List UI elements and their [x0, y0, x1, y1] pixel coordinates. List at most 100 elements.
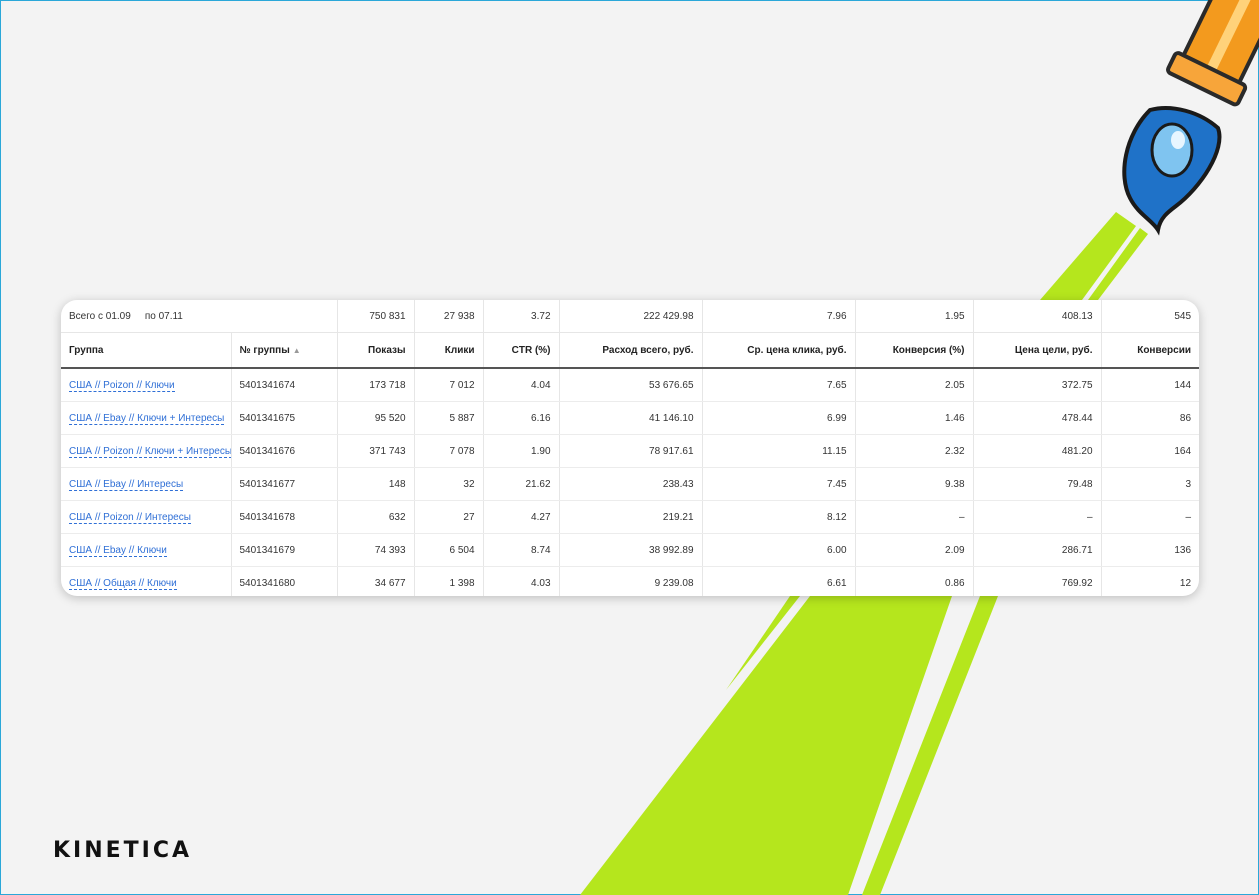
header-row: Группа № группы ▲ Показы Клики CTR (%) Ра… [61, 332, 1199, 369]
cell-cpc: 6.61 [702, 566, 856, 596]
table-row: США // Общая // Ключи 5401341680 34 677 1 3… [61, 566, 1199, 596]
cell-conversions: – [1101, 500, 1199, 534]
cell-cpc: 7.65 [702, 368, 856, 402]
sort-ascending-icon[interactable]: ▲ [293, 346, 301, 355]
summary-spend: 222 429.98 [559, 300, 703, 333]
cell-group-link: США // Ebay // Интересы [61, 467, 232, 501]
period-to[interactable]: по 07.11 [145, 311, 183, 322]
cell-group-id: 5401341676 [231, 434, 338, 468]
cell-shows: 173 718 [337, 368, 415, 402]
cell-cpa: 481.20 [973, 434, 1102, 468]
cell-clicks: 7 078 [414, 434, 484, 468]
cell-clicks: 1 398 [414, 566, 484, 596]
statistics-table-card: Всего с 01.09 по 07.11 750 831 27 938 3.7… [61, 300, 1199, 596]
cell-group-link: США // Poizon // Ключи + Интересы [61, 434, 232, 468]
cell-conv-rate: 1.46 [855, 401, 974, 435]
cell-shows: 371 743 [337, 434, 415, 468]
kinetica-logo: KINETICA [53, 838, 193, 863]
cell-clicks: 5 887 [414, 401, 484, 435]
column-header-spend[interactable]: Расход всего, руб. [559, 332, 703, 369]
column-header-cpa[interactable]: Цена цели, руб. [973, 332, 1102, 369]
cell-ctr: 8.74 [483, 533, 560, 567]
cell-ctr: 4.27 [483, 500, 560, 534]
group-link[interactable]: США // Poizon // Ключи + Интересы [69, 445, 230, 458]
group-link[interactable]: США // Ebay // Ключи + Интересы [69, 412, 225, 425]
cell-conversions: 12 [1179, 577, 1192, 589]
column-header-group[interactable]: Группа [61, 332, 232, 369]
cell-cpa: 372.75 [973, 368, 1102, 402]
cell-clicks: 6 504 [414, 533, 484, 567]
cell-conversions: 86 [1101, 401, 1199, 435]
cell-cpc: 8.12 [702, 500, 856, 534]
summary-period: Всего с 01.09 по 07.11 [61, 300, 338, 333]
cell-group-link: США // Ebay // Ключи [61, 533, 232, 567]
column-header-group-id[interactable]: № группы ▲ [231, 332, 338, 369]
cell-group-id: 5401341679 [231, 533, 338, 567]
cell-shows: 632 [337, 500, 415, 534]
rocket-pen-icon [1122, 0, 1259, 236]
cell-ctr: 1.90 [483, 434, 560, 468]
table-row: США // Poizon // Ключи + Интересы 5401341… [61, 434, 1199, 468]
table-row: США // Ebay // Интересы 5401341677 148 32 21… [61, 467, 1199, 501]
cell-spend: 78 917.61 [559, 434, 703, 468]
summary-row: Всего с 01.09 по 07.11 750 831 27 938 3.7… [61, 300, 1199, 333]
summary-ctr: 3.72 [483, 300, 560, 333]
cell-shows: 148 [337, 467, 415, 501]
period-from[interactable]: Всего с 01.09 [69, 311, 131, 322]
table-row: США // Poizon // Ключи 5401341674 173 718 7… [61, 368, 1199, 402]
cell-conv-rate: 9.38 [855, 467, 974, 501]
column-header-ctr[interactable]: CTR (%) [483, 332, 560, 369]
cell-spend: 9 239.08 [559, 566, 703, 596]
group-link[interactable]: США // Ebay // Ключи [69, 544, 167, 557]
column-header-clicks[interactable]: Клики [414, 332, 484, 369]
cell-conv-rate: 2.32 [855, 434, 974, 468]
cell-clicks: 27 [414, 500, 484, 534]
cell-spend: 219.21 [559, 500, 703, 534]
cell-group-id: 5401341680 [231, 566, 338, 596]
cell-clicks: 32 [414, 467, 484, 501]
cell-conv-rate: 2.09 [855, 533, 974, 567]
cell-cpc: 11.15 [702, 434, 856, 468]
summary-shows: 750 831 [337, 300, 415, 333]
cell-conversions: 164 [1101, 434, 1199, 468]
cell-spend: 53 676.65 [559, 368, 703, 402]
group-link[interactable]: США // Ebay // Интересы [69, 478, 184, 491]
table-body: США // Poizon // Ключи 5401341674 173 718 7… [61, 368, 1199, 596]
summary-clicks: 27 938 [414, 300, 484, 333]
cell-shows: 95 520 [337, 401, 415, 435]
cell-group-id: 5401341674 [231, 368, 338, 402]
group-link[interactable]: США // Poizon // Интересы [69, 511, 191, 524]
cell-cpc: 6.00 [702, 533, 856, 567]
cell-group-id: 5401341677 [231, 467, 338, 501]
cell-cpa: 478.44 [973, 401, 1102, 435]
statistics-table: Всего с 01.09 по 07.11 750 831 27 938 3.7… [61, 300, 1199, 596]
group-link[interactable]: США // Poizon // Ключи [69, 379, 175, 392]
cell-cpa: 769.92 [973, 566, 1102, 596]
column-header-conversions[interactable]: Конверсии [1101, 332, 1199, 369]
cell-conversions: 3 [1101, 467, 1199, 501]
group-link[interactable]: США // Общая // Ключи [69, 577, 177, 590]
summary-conversions: 545 [1101, 300, 1199, 333]
column-header-cpc[interactable]: Ср. цена клика, руб. [702, 332, 856, 369]
summary-cpc: 7.96 [702, 300, 856, 333]
cell-group-id: 5401341678 [231, 500, 338, 534]
column-header-conv-rate[interactable]: Конверсия (%) [855, 332, 974, 369]
cell-conv-rate: 2.05 [855, 368, 974, 402]
cell-shows: 74 393 [337, 533, 415, 567]
cell-ctr: 21.62 [483, 467, 560, 501]
cell-spend: 38 992.89 [559, 533, 703, 567]
table-row: США // Ebay // Ключи 5401341679 74 393 6 50… [61, 533, 1199, 567]
cell-cpa: 286.71 [973, 533, 1102, 567]
cell-conv-rate: – [855, 500, 974, 534]
cell-conversions: 136 [1101, 533, 1199, 567]
cell-ctr: 4.03 [483, 566, 560, 596]
summary-conv-rate: 1.95 [855, 300, 974, 333]
cell-ctr: 6.16 [483, 401, 560, 435]
cell-cpa: 79.48 [973, 467, 1102, 501]
table-row: США // Poizon // Интересы 5401341678 632 27… [61, 500, 1199, 534]
table-row: США // Ebay // Ключи + Интересы 540134167… [61, 401, 1199, 435]
column-header-shows[interactable]: Показы [337, 332, 415, 369]
cell-conversions: 144 [1101, 368, 1199, 402]
cell-shows: 34 677 [337, 566, 415, 596]
cell-cpa: – [973, 500, 1102, 534]
